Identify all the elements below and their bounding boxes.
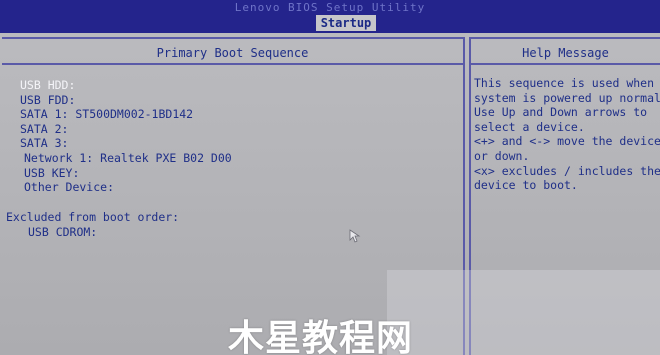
- boot-order-list: USB HDD: USB FDD: SATA 1: ST500DM002-1BD…: [20, 78, 232, 195]
- boot-item-sata-1[interactable]: SATA 1: ST500DM002-1BD142: [20, 107, 232, 122]
- boot-item-usb-hdd[interactable]: USB HDD:: [20, 78, 232, 93]
- primary-boot-header: Primary Boot Sequence: [2, 39, 463, 65]
- help-line: device to boot.: [474, 178, 578, 193]
- help-line: or down.: [474, 148, 530, 163]
- help-line: system is powered up normally.: [474, 90, 660, 105]
- boot-item-other-device[interactable]: Other Device:: [20, 180, 232, 195]
- help-header: Help Message: [471, 39, 660, 65]
- tab-startup[interactable]: Startup: [316, 15, 376, 31]
- help-line: <x> excludes / includes the: [474, 163, 660, 178]
- boot-item-usb-fdd[interactable]: USB FDD:: [20, 93, 232, 108]
- screen-glare: [387, 270, 660, 355]
- help-line: Use Up and Down arrows to: [474, 105, 648, 120]
- help-line: select a device.: [474, 119, 585, 134]
- utility-title: Lenovo BIOS Setup Utility: [234, 1, 426, 14]
- help-line: This sequence is used when: [474, 76, 655, 90]
- boot-item-usb-key[interactable]: USB KEY:: [20, 166, 232, 181]
- boot-item-network-1[interactable]: Network 1: Realtek PXE B02 D00: [20, 151, 232, 166]
- excluded-label: Excluded from boot order:: [6, 210, 180, 224]
- help-line: <+> and <-> move the device up: [474, 134, 660, 149]
- excluded-item-usb-cdrom[interactable]: USB CDROM:: [28, 225, 97, 240]
- boot-item-sata-2[interactable]: SATA 2:: [20, 122, 232, 137]
- excluded-list: USB CDROM:: [28, 225, 97, 240]
- help-message-text: This sequence is used when system is pow…: [474, 76, 660, 193]
- mouse-cursor-icon: [349, 229, 361, 243]
- watermark-text: 木星教程网: [228, 318, 414, 355]
- title-bar: Lenovo BIOS Setup Utility Startup: [0, 0, 660, 33]
- boot-item-sata-3[interactable]: SATA 3:: [20, 136, 232, 151]
- bios-screen: Lenovo BIOS Setup Utility Startup Primar…: [0, 0, 660, 355]
